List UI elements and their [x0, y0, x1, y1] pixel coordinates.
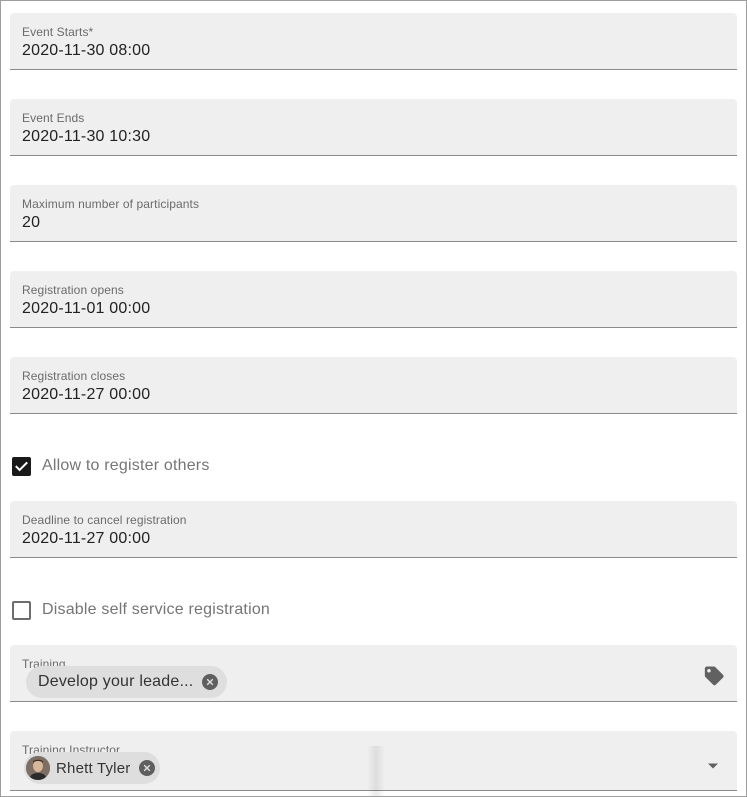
max-participants-value[interactable]: 20	[22, 214, 40, 232]
registration-closes-field[interactable]: Registration closes 2020-11-27 00:00	[10, 357, 737, 414]
registration-opens-label: Registration opens	[22, 283, 124, 297]
registration-opens-field[interactable]: Registration opens 2020-11-01 00:00	[10, 271, 737, 328]
scroll-shadow	[367, 746, 385, 796]
training-field[interactable]: Training Develop your leade...	[10, 645, 737, 702]
registration-closes-label: Registration closes	[22, 369, 126, 383]
instructor-avatar	[26, 756, 50, 780]
event-ends-field[interactable]: Event Ends 2020-11-30 10:30	[10, 99, 737, 156]
registration-closes-value[interactable]: 2020-11-27 00:00	[22, 386, 150, 404]
max-participants-label: Maximum number of participants	[22, 197, 200, 211]
event-form: Event Starts* 2020-11-30 08:00 Event End…	[0, 0, 747, 797]
cancel-deadline-field[interactable]: Deadline to cancel registration 2020-11-…	[10, 501, 737, 558]
allow-register-others-label: Allow to register others	[42, 457, 210, 474]
training-chip[interactable]: Develop your leade...	[26, 666, 228, 698]
disable-self-service-row[interactable]: Disable self service registration	[12, 599, 270, 621]
event-ends-value[interactable]: 2020-11-30 10:30	[22, 128, 150, 146]
disable-self-service-label: Disable self service registration	[42, 601, 271, 618]
registration-opens-value[interactable]: 2020-11-01 00:00	[22, 300, 150, 318]
checkmark-icon	[15, 461, 28, 471]
event-ends-label: Event Ends	[22, 111, 85, 125]
training-chip-label: Develop your leade...	[38, 673, 194, 690]
instructor-chip[interactable]: Rhett Tyler	[24, 752, 161, 784]
event-starts-value[interactable]: 2020-11-30 08:00	[22, 42, 150, 60]
remove-instructor-icon[interactable]	[139, 760, 156, 776]
cancel-deadline-label: Deadline to cancel registration	[22, 513, 187, 527]
remove-training-icon[interactable]	[202, 674, 219, 690]
disable-self-service-checkbox[interactable]	[12, 600, 31, 620]
caret-down-icon[interactable]	[707, 757, 719, 775]
cancel-deadline-value[interactable]: 2020-11-27 00:00	[22, 530, 150, 548]
tag-icon[interactable]	[703, 665, 725, 692]
instructor-chip-label: Rhett Tyler	[56, 759, 131, 777]
event-starts-field[interactable]: Event Starts* 2020-11-30 08:00	[10, 13, 737, 70]
max-participants-field[interactable]: Maximum number of participants 20	[10, 185, 737, 242]
event-starts-label: Event Starts*	[22, 25, 94, 39]
allow-register-others-checkbox[interactable]	[12, 456, 31, 476]
allow-register-others-row[interactable]: Allow to register others	[12, 455, 210, 477]
